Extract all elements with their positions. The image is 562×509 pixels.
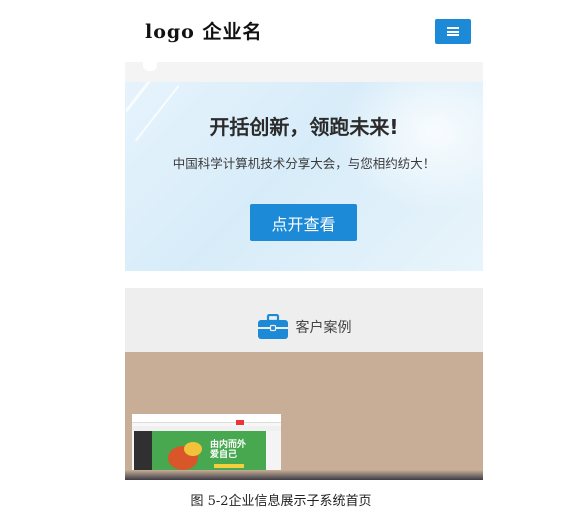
menu-toggle-button[interactable] (435, 19, 471, 44)
client-cases-section: 客户案例 (125, 288, 483, 352)
top-navbar: logo 企业名 (125, 0, 483, 62)
banner-subtitle: 中国科学计算机技术分享大会，与您相约纺大！ (172, 156, 436, 171)
dropdown-notch (143, 62, 157, 71)
section-title: 客户案例 (295, 320, 352, 336)
banner-title: 开括创新，领跑未来! (209, 115, 399, 139)
view-details-button[interactable]: 点开查看 (250, 204, 357, 241)
figure-caption: 图 5-2企业信息展示子系统首页 (190, 494, 372, 509)
section-heading: 客户案例 (125, 314, 483, 340)
hero-banner: 开括创新，领跑未来! 中国科学计算机技术分享大会，与您相约纺大！ 点开查看 (125, 82, 483, 271)
case-thumbnail[interactable]: 由内而外 爱自己 (132, 414, 281, 476)
hamburger-menu-icon (447, 27, 459, 36)
thumbnail-text: 由内而外 爱自己 (210, 440, 247, 460)
mobile-page: logo 企业名 开括创新，领跑未来! 中国科学计算机技术分享大会，与您相约纺大… (125, 0, 483, 480)
logo-company-name[interactable]: logo 企业名 (145, 17, 262, 44)
briefcase-icon (257, 314, 288, 339)
navbar-divider (125, 62, 483, 82)
case-showcase: 由内而外 爱自己 (125, 352, 483, 480)
